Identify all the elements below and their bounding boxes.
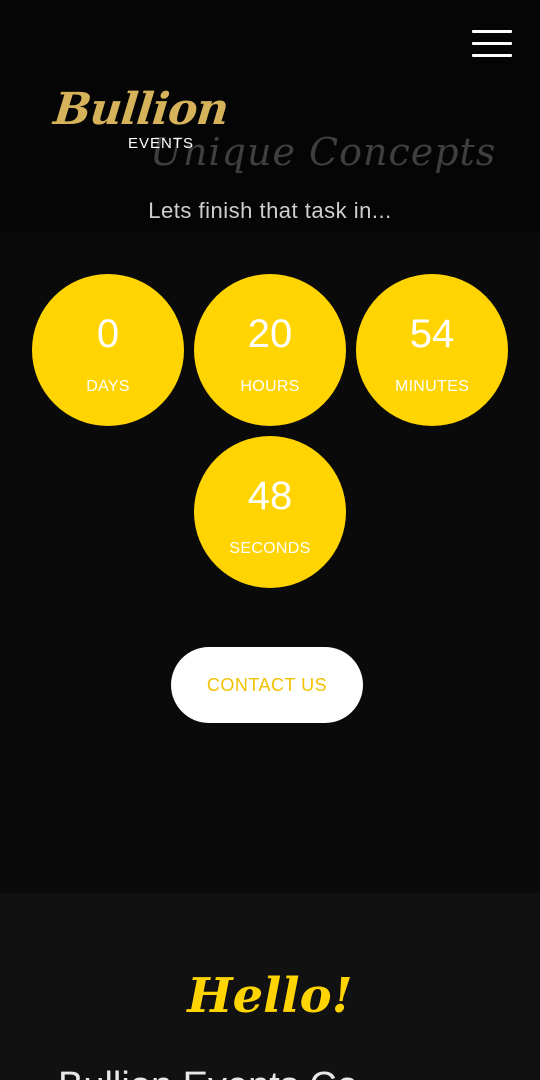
menu-bar-middle — [472, 42, 512, 45]
minutes-label: MINUTES — [394, 378, 470, 395]
hello-heading: Hello! — [187, 968, 353, 1024]
page: Unique Concepts Bullion EVENTS Lets fini… — [0, 0, 540, 1080]
brand-logo[interactable]: Bullion EVENTS — [51, 84, 230, 156]
about-heading: Bullion Events Co — [58, 1064, 358, 1080]
minutes-value: 54 — [409, 312, 455, 356]
hours-label: HOURS — [240, 378, 300, 395]
hamburger-menu-icon[interactable] — [472, 30, 512, 58]
menu-bar-bottom — [472, 54, 512, 57]
days-label: DAYS — [86, 378, 130, 395]
countdown-hours: 20 HOURS — [194, 274, 346, 426]
countdown-days: 0 DAYS — [32, 274, 184, 426]
logo-wordmark: Bullion — [51, 84, 231, 135]
contact-us-button[interactable]: CONTACT US — [171, 647, 363, 723]
logo-subtext: EVENTS — [128, 135, 195, 152]
menu-bar-top — [472, 30, 512, 33]
seconds-label: SECONDS — [229, 540, 311, 557]
countdown-minutes: 54 MINUTES — [356, 274, 508, 426]
countdown-intro: Lets finish that task in... — [148, 198, 392, 223]
countdown-seconds: 48 SECONDS — [194, 436, 346, 588]
days-value: 0 — [96, 312, 120, 356]
seconds-value: 48 — [247, 474, 293, 518]
hours-value: 20 — [247, 312, 293, 356]
